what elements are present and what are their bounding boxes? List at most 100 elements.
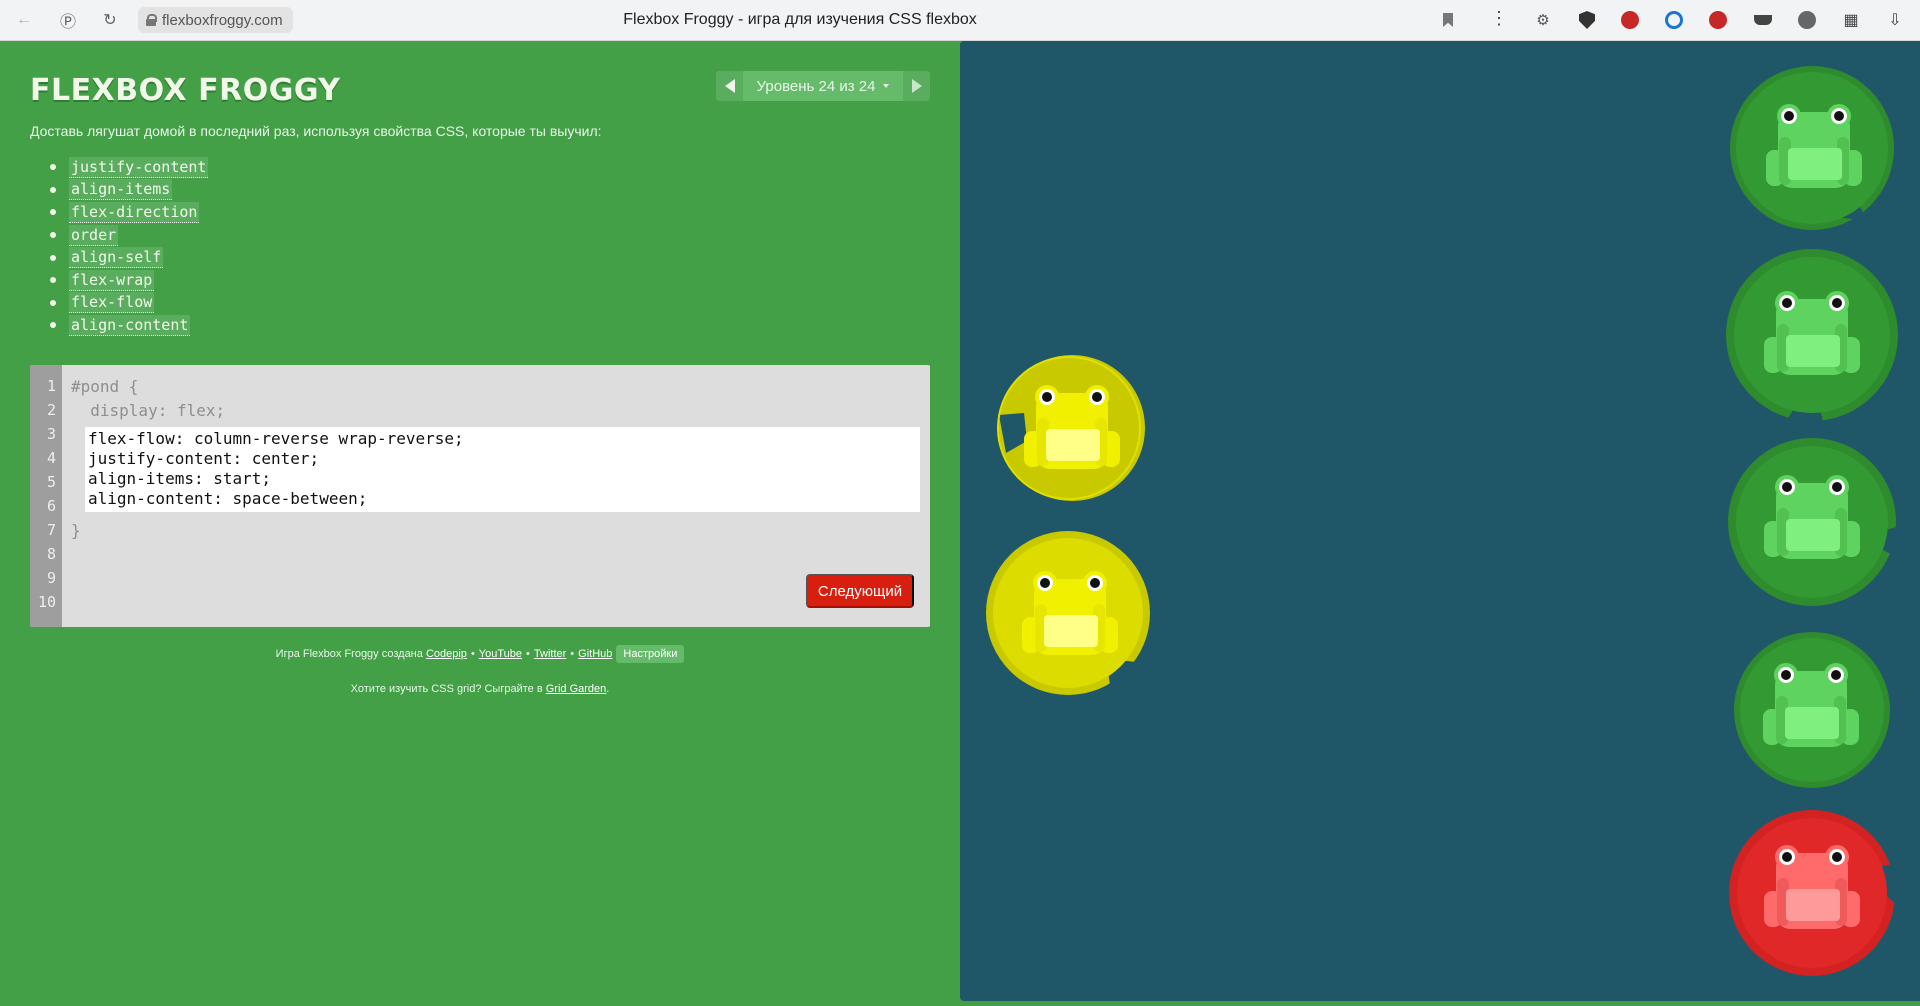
code-line: #pond { (71, 377, 139, 396)
line-number: 9 (46, 569, 56, 587)
next-button[interactable]: Следующий (806, 574, 914, 608)
extension-icon[interactable] (1753, 10, 1773, 30)
url-text: flexboxfroggy.com (162, 11, 283, 29)
download-icon[interactable]: ⇩ (1885, 10, 1905, 30)
line-number: 6 (46, 497, 56, 515)
frog (1764, 475, 1860, 559)
list-item: justify-content (50, 156, 209, 179)
frog (1764, 291, 1860, 375)
previous-level-button[interactable] (716, 71, 743, 101)
lilypad-green (1733, 631, 1891, 789)
bookmark-icon[interactable] (1443, 13, 1453, 27)
line-number: 5 (46, 473, 56, 491)
lilypad-green (1724, 249, 1900, 425)
arrow-right-icon (911, 79, 922, 93)
code-line: display: flex; (71, 401, 226, 420)
property-help-link[interactable]: align-content (69, 314, 191, 336)
lilypad-green-frog-icon (1734, 632, 1890, 788)
grid-garden-promo: Хотите изучить CSS grid? Сыграйте в Grid… (350, 683, 610, 695)
credits-text: Игра Flexbox Froggy создана (275, 648, 423, 660)
extension-icon[interactable] (1797, 10, 1817, 30)
lilypad-yellow (986, 531, 1151, 696)
page-title: Flexbox Froggy - игра для изучения CSS f… (623, 11, 977, 28)
twitter-link[interactable]: Twitter (534, 648, 566, 660)
address-bar[interactable]: flexboxfroggy.com (138, 7, 293, 33)
line-number: 10 (37, 593, 56, 611)
logo: FLEXBOX FROGGY (30, 73, 341, 108)
level-indicator[interactable]: Уровень 24 из 24 (743, 71, 903, 101)
extension-icon[interactable]: ⚙ (1533, 10, 1553, 30)
lock-icon (146, 14, 157, 26)
settings-button[interactable]: Настройки (616, 645, 685, 663)
lilypad-green (1727, 437, 1897, 607)
separator: • (570, 648, 575, 660)
line-number: 1 (46, 377, 56, 395)
list-item: align-items (50, 179, 208, 202)
extension-icon[interactable] (1620, 10, 1640, 30)
frog (1763, 663, 1859, 747)
property-help-link[interactable]: flex-direction (69, 201, 200, 223)
list-item: flex-direction (50, 201, 208, 224)
reload-icon[interactable]: ↻ (96, 6, 124, 34)
line-number: 3 (46, 425, 56, 443)
line-number: 4 (46, 449, 56, 467)
list-item: flex-flow (50, 292, 208, 315)
frog (1766, 104, 1862, 188)
lilypad-red-frog-icon (1729, 810, 1896, 976)
line-number: 2 (46, 401, 56, 419)
next-level-button[interactable] (903, 71, 930, 101)
code-line: } (71, 521, 81, 540)
css-editor: 1 2 3 4 5 6 7 8 9 10 #pond { display: fl… (30, 365, 930, 627)
line-number: 7 (46, 521, 56, 539)
browser-toolbar: ← Ⓟ ↻ flexboxfroggy.com Flexbox Froggy -… (0, 0, 1920, 41)
line-number-gutter: 1 2 3 4 5 6 7 8 9 10 (30, 365, 62, 627)
extensions-icon[interactable]: ▦ (1841, 10, 1861, 30)
lilypad-green-frog-icon (1726, 249, 1898, 425)
list-item: align-self (50, 246, 208, 269)
separator: • (470, 648, 475, 660)
lilypad-yellow (994, 353, 1145, 503)
pond (960, 41, 1920, 1001)
more-menu-icon[interactable]: ⋮ (1490, 8, 1508, 29)
back-icon[interactable]: ← (10, 6, 38, 34)
lilypad-green-frog-icon (1730, 66, 1894, 230)
property-help-link[interactable]: order (69, 224, 119, 246)
level-label: Уровень 24 из 24 (756, 77, 876, 95)
property-list: justify-content align-items flex-directi… (50, 156, 209, 337)
code-input-line: align-content: space-between; (88, 489, 368, 508)
property-help-link[interactable]: align-items (69, 179, 173, 201)
property-help-link[interactable]: justify-content (69, 156, 209, 178)
credits: Игра Flexbox Froggy создана Codepip • Yo… (0, 643, 960, 665)
extension-icon[interactable] (1664, 10, 1684, 30)
lilypad-yellow-frog-icon (986, 531, 1150, 695)
property-help-link[interactable]: flex-wrap (69, 269, 155, 291)
property-help-link[interactable]: align-self (69, 247, 164, 269)
code-input-line: align-items: start; (88, 469, 272, 488)
instructions-text: Доставь лягушат домой в последний раз, и… (30, 123, 602, 139)
yandex-icon[interactable]: Ⓟ (54, 6, 82, 34)
code-input[interactable]: flex-flow: column-reverse wrap-reverse; … (85, 427, 920, 512)
codepip-link[interactable]: Codepip (426, 648, 467, 660)
list-item: align-content (50, 314, 208, 337)
lilypad-red (1728, 809, 1896, 977)
arrow-left-icon (724, 79, 735, 93)
shield-icon[interactable] (1577, 10, 1597, 30)
lilypad-yellow-frog-icon (997, 355, 1145, 501)
instructions-panel: FLEXBOX FROGGY Уровень 24 из 24 Доставь … (0, 41, 960, 1006)
caret-down-icon (883, 84, 890, 88)
list-item: order (50, 224, 208, 247)
grid-garden-text: Хотите изучить CSS grid? Сыграйте в (350, 683, 543, 695)
list-item: flex-wrap (50, 269, 208, 292)
level-navigator: Уровень 24 из 24 (716, 71, 930, 101)
youtube-link[interactable]: YouTube (479, 648, 522, 660)
lilypad-green (1728, 66, 1898, 231)
frog (1022, 571, 1118, 655)
extension-icon[interactable] (1708, 10, 1728, 30)
grid-garden-link[interactable]: Grid Garden (546, 683, 607, 695)
github-link[interactable]: GitHub (578, 648, 612, 660)
frog (1024, 385, 1120, 469)
property-help-link[interactable]: flex-flow (69, 292, 155, 314)
line-number: 8 (46, 545, 56, 563)
code-input-line: flex-flow: column-reverse wrap-reverse; (88, 429, 464, 448)
lilypad-green-frog-icon (1728, 438, 1897, 606)
